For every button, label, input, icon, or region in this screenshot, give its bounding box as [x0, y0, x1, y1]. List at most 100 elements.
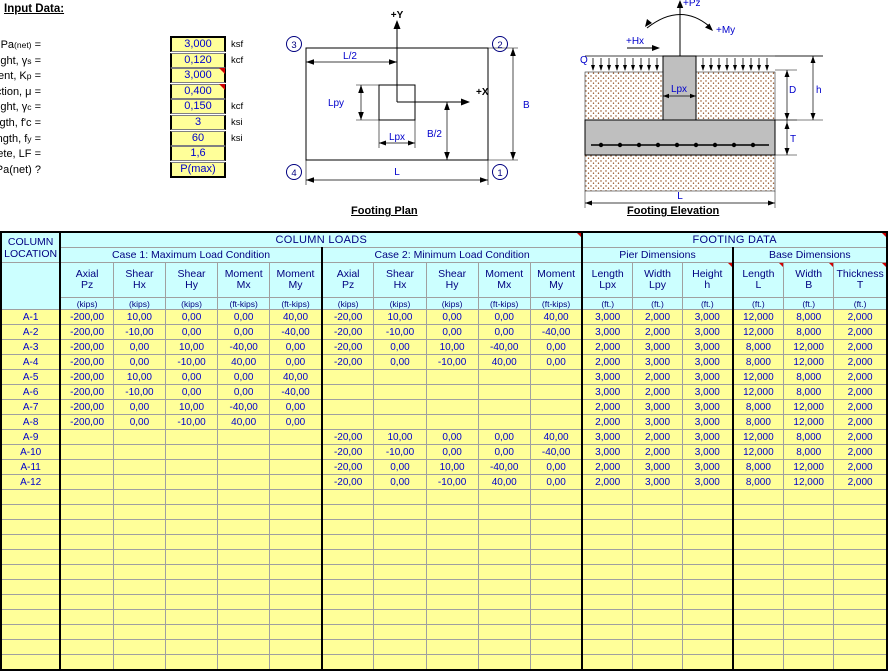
cell-r5-c11[interactable]: 3,000: [581, 369, 633, 385]
cell-r24-c2[interactable]: [112, 654, 167, 671]
cell-r19-c8[interactable]: [425, 579, 479, 595]
cell-r24-c8[interactable]: [425, 654, 479, 671]
cell-r1-c4[interactable]: 0,00: [217, 309, 271, 325]
cell-r1-c15[interactable]: 8,000: [783, 309, 835, 325]
cell-r11-c9[interactable]: -40,00: [477, 459, 531, 475]
cell-r15-c14[interactable]: [731, 519, 785, 535]
cell-r5-c15[interactable]: 8,000: [783, 369, 835, 385]
cell-r19-c15[interactable]: [783, 579, 835, 595]
cell-r16-c7[interactable]: [373, 534, 427, 550]
cell-column-location[interactable]: [0, 579, 61, 595]
cell-r6-c12[interactable]: 2,000: [631, 384, 684, 400]
cell-column-location[interactable]: [0, 624, 61, 640]
cell-r14-c1[interactable]: [59, 504, 114, 520]
cell-column-location[interactable]: [0, 564, 61, 580]
cell-r3-c5[interactable]: 0,00: [269, 339, 323, 355]
cell-r14-c11[interactable]: [581, 504, 633, 520]
cell-r5-c12[interactable]: 2,000: [631, 369, 684, 385]
cell-r8-c6[interactable]: [320, 414, 375, 430]
cell-r13-c8[interactable]: [425, 489, 479, 505]
cell-r1-c10[interactable]: 40,00: [529, 309, 583, 325]
cell-r22-c11[interactable]: [581, 624, 633, 640]
input-value-cell-2[interactable]: 0,120: [170, 52, 226, 68]
cell-r22-c10[interactable]: [529, 624, 583, 640]
cell-column-location[interactable]: A-5: [0, 369, 61, 385]
cell-r21-c11[interactable]: [581, 609, 633, 625]
cell-r11-c15[interactable]: 12,000: [783, 459, 835, 475]
cell-r20-c8[interactable]: [425, 594, 479, 610]
cell-r19-c4[interactable]: [217, 579, 271, 595]
cell-r20-c15[interactable]: [783, 594, 835, 610]
cell-r5-c4[interactable]: 0,00: [217, 369, 271, 385]
cell-column-location[interactable]: A-8: [0, 414, 61, 430]
cell-r3-c7[interactable]: 0,00: [373, 339, 427, 355]
cell-r9-c8[interactable]: 0,00: [425, 429, 479, 445]
cell-r14-c9[interactable]: [477, 504, 531, 520]
cell-r12-c1[interactable]: [59, 474, 114, 490]
cell-r11-c5[interactable]: [269, 459, 323, 475]
cell-r13-c13[interactable]: [682, 489, 734, 505]
cell-r5-c14[interactable]: 12,000: [731, 369, 785, 385]
cell-column-location[interactable]: A-9: [0, 429, 61, 445]
cell-r11-c4[interactable]: [217, 459, 271, 475]
cell-r23-c11[interactable]: [581, 639, 633, 655]
cell-r8-c15[interactable]: 12,000: [783, 414, 835, 430]
cell-r21-c9[interactable]: [477, 609, 531, 625]
cell-r2-c10[interactable]: -40,00: [529, 324, 583, 340]
cell-r24-c1[interactable]: [59, 654, 114, 671]
input-value-cell-8[interactable]: 1,6: [170, 146, 226, 162]
cell-r7-c16[interactable]: 2,000: [833, 399, 888, 415]
cell-r22-c4[interactable]: [217, 624, 271, 640]
cell-r19-c10[interactable]: [529, 579, 583, 595]
cell-r5-c16[interactable]: 2,000: [833, 369, 888, 385]
cell-r15-c5[interactable]: [269, 519, 323, 535]
cell-r21-c3[interactable]: [164, 609, 219, 625]
cell-r13-c9[interactable]: [477, 489, 531, 505]
cell-r4-c4[interactable]: 40,00: [217, 354, 271, 370]
cell-r24-c10[interactable]: [529, 654, 583, 671]
cell-r9-c11[interactable]: 3,000: [581, 429, 633, 445]
cell-r13-c1[interactable]: [59, 489, 114, 505]
cell-r17-c15[interactable]: [783, 549, 835, 565]
cell-r18-c3[interactable]: [164, 564, 219, 580]
cell-r8-c9[interactable]: [477, 414, 531, 430]
cell-r21-c13[interactable]: [682, 609, 734, 625]
cell-column-location[interactable]: A-7: [0, 399, 61, 415]
cell-r24-c12[interactable]: [631, 654, 684, 671]
cell-r3-c13[interactable]: 3,000: [682, 339, 734, 355]
cell-r13-c10[interactable]: [529, 489, 583, 505]
cell-r22-c12[interactable]: [631, 624, 684, 640]
cell-r3-c3[interactable]: 10,00: [164, 339, 219, 355]
cell-r17-c14[interactable]: [731, 549, 785, 565]
cell-r13-c7[interactable]: [373, 489, 427, 505]
cell-r22-c13[interactable]: [682, 624, 734, 640]
cell-r10-c4[interactable]: [217, 444, 271, 460]
cell-r15-c10[interactable]: [529, 519, 583, 535]
cell-r11-c7[interactable]: 0,00: [373, 459, 427, 475]
cell-r20-c14[interactable]: [731, 594, 785, 610]
cell-r3-c16[interactable]: 2,000: [833, 339, 888, 355]
cell-r9-c2[interactable]: [112, 429, 167, 445]
cell-r24-c4[interactable]: [217, 654, 271, 671]
cell-r1-c3[interactable]: 0,00: [164, 309, 219, 325]
cell-column-location[interactable]: [0, 609, 61, 625]
input-value-cell-6[interactable]: 3: [170, 115, 226, 130]
cell-r13-c14[interactable]: [731, 489, 785, 505]
cell-r8-c3[interactable]: -10,00: [164, 414, 219, 430]
cell-r17-c6[interactable]: [320, 549, 375, 565]
cell-r9-c15[interactable]: 8,000: [783, 429, 835, 445]
cell-r23-c15[interactable]: [783, 639, 835, 655]
cell-r21-c14[interactable]: [731, 609, 785, 625]
cell-r2-c13[interactable]: 3,000: [682, 324, 734, 340]
cell-r11-c14[interactable]: 8,000: [731, 459, 785, 475]
cell-r4-c14[interactable]: 8,000: [731, 354, 785, 370]
input-value-cell-3[interactable]: 3,000: [170, 68, 226, 84]
cell-r23-c9[interactable]: [477, 639, 531, 655]
cell-r9-c3[interactable]: [164, 429, 219, 445]
cell-r6-c4[interactable]: 0,00: [217, 384, 271, 400]
cell-r14-c13[interactable]: [682, 504, 734, 520]
cell-r15-c2[interactable]: [112, 519, 167, 535]
cell-r22-c9[interactable]: [477, 624, 531, 640]
cell-r12-c5[interactable]: [269, 474, 323, 490]
cell-r17-c13[interactable]: [682, 549, 734, 565]
